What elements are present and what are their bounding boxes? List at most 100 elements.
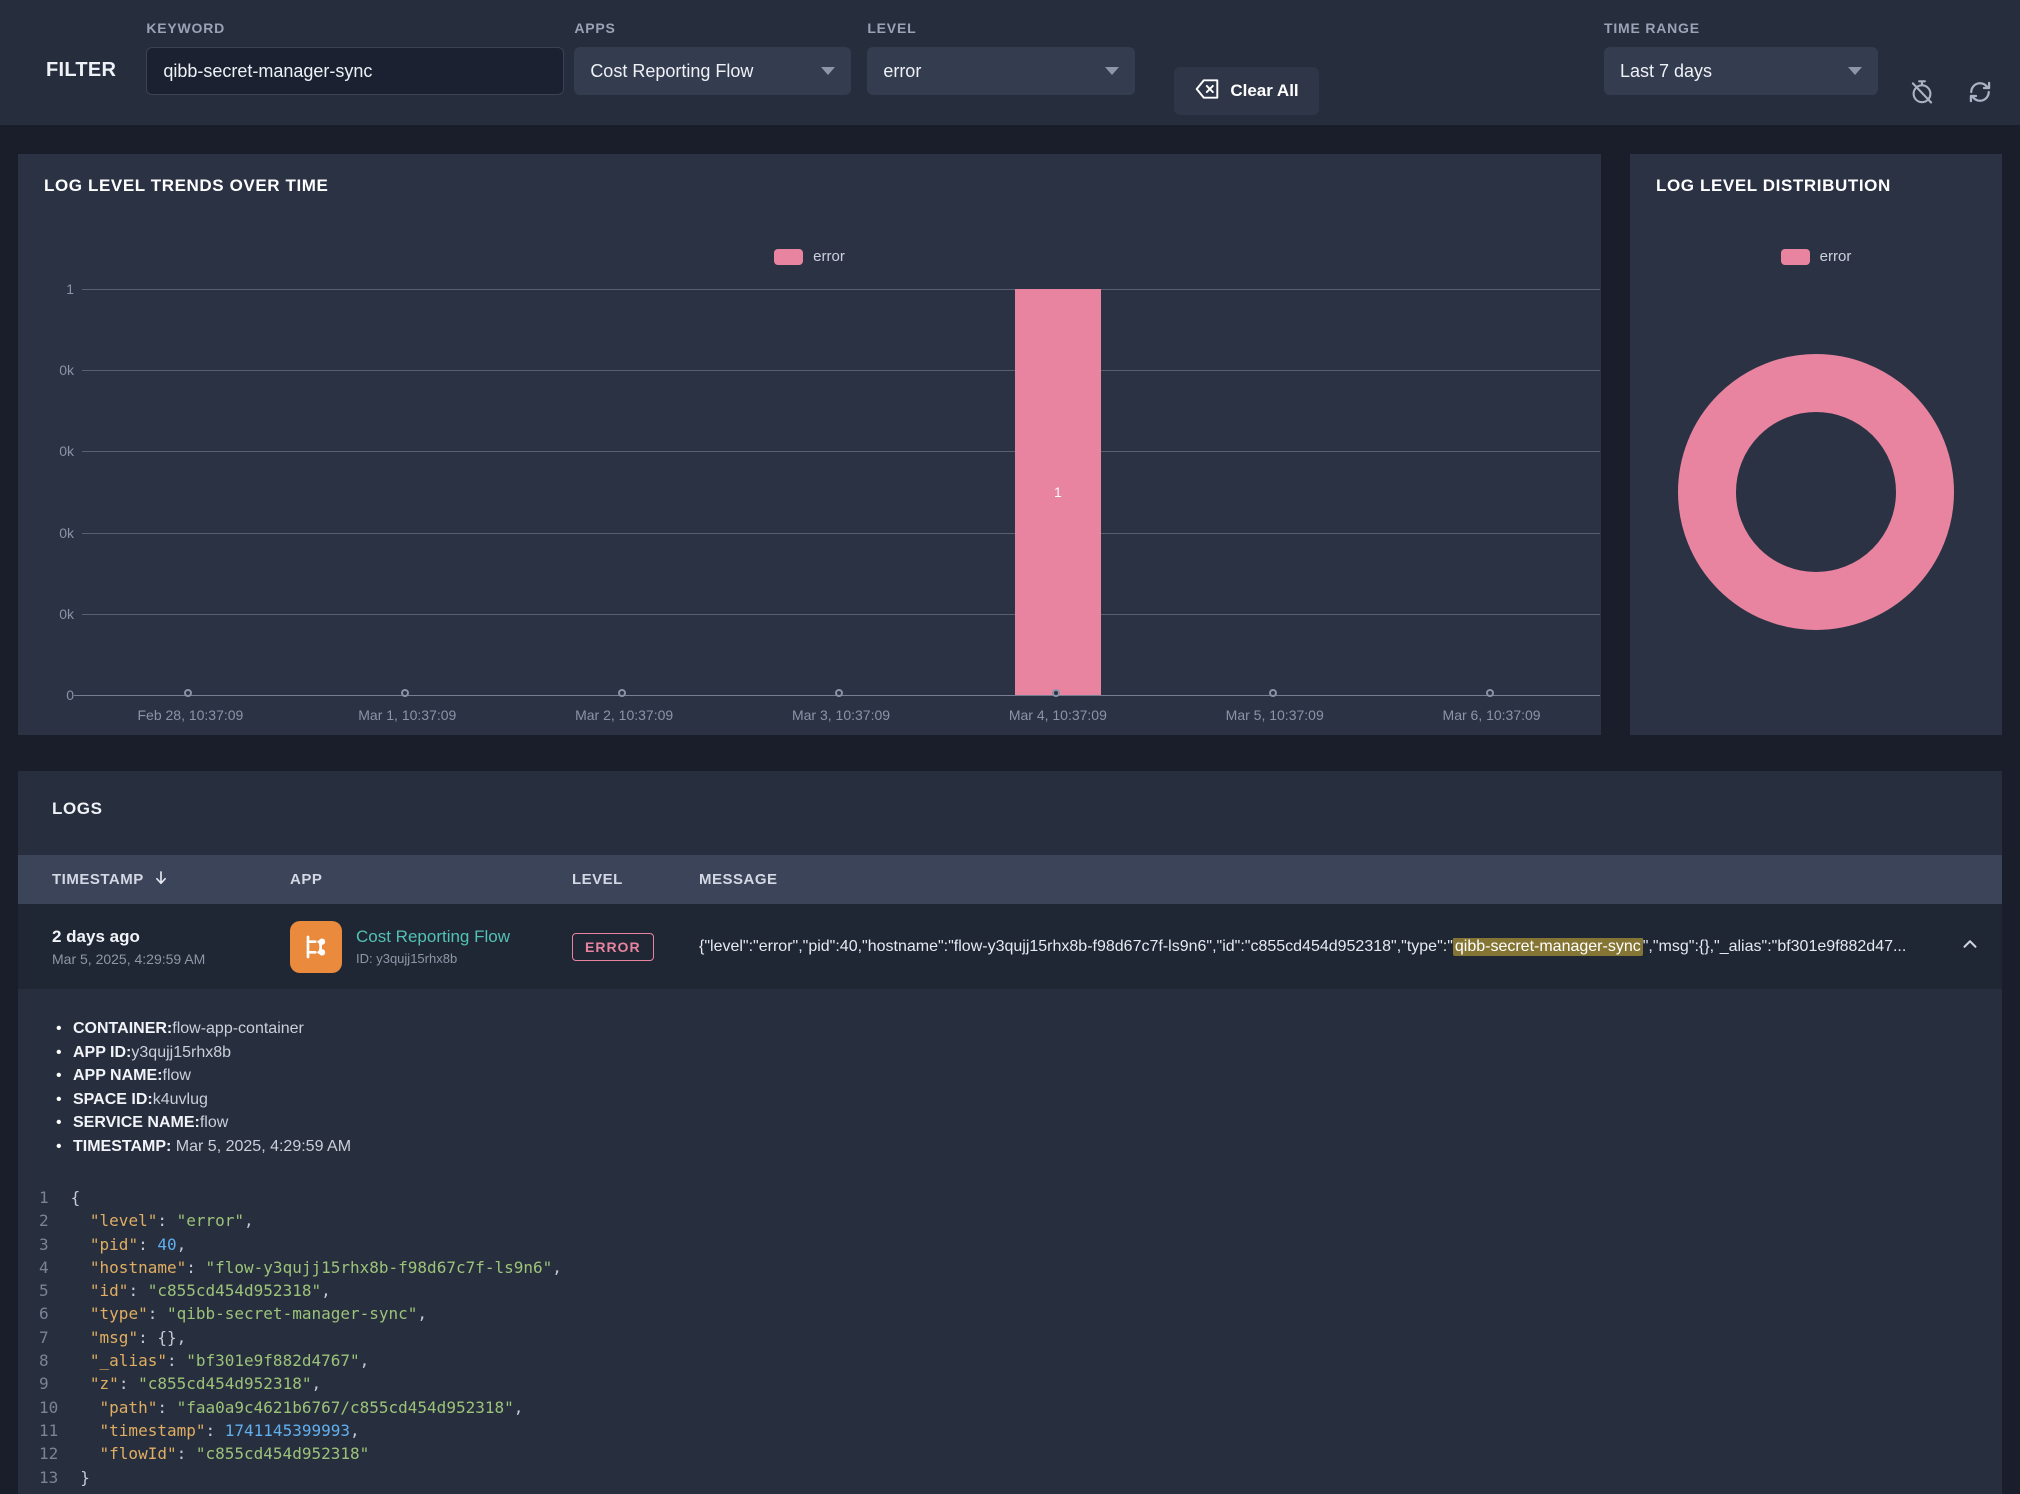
y-axis-tick: 0k xyxy=(26,362,74,378)
bar-error[interactable]: 1 xyxy=(1015,289,1101,695)
code-line: 2 "level": "error", xyxy=(39,1209,1968,1232)
refresh-icon xyxy=(1966,94,1994,109)
x-axis-label: Mar 4, 10:37:09 xyxy=(948,707,1168,723)
line-number: 9 xyxy=(39,1374,49,1393)
x-axis-label: Mar 5, 10:37:09 xyxy=(1165,707,1385,723)
detail-field: TIMESTAMP: Mar 5, 2025, 4:29:59 AM xyxy=(56,1135,1968,1159)
code-line: 9 "z": "c855cd454d952318", xyxy=(39,1372,1968,1395)
x-axis-label: Mar 3, 10:37:09 xyxy=(731,707,951,723)
clear-all-label: Clear All xyxy=(1230,81,1298,101)
column-label-app: APP xyxy=(290,871,322,888)
grid-line xyxy=(82,533,1600,534)
line-number: 3 xyxy=(39,1235,49,1254)
apps-label: APPS xyxy=(574,20,851,37)
bar-value-label: 1 xyxy=(1054,484,1062,500)
line-number: 4 xyxy=(39,1258,49,1277)
column-label-timestamp: TIMESTAMP xyxy=(52,871,144,888)
app-name-link[interactable]: Cost Reporting Flow xyxy=(356,927,510,947)
code-line: 5 "id": "c855cd454d952318", xyxy=(39,1279,1968,1302)
column-label-message: MESSAGE xyxy=(699,871,778,888)
detail-field-key: TIMESTAMP: xyxy=(73,1138,171,1155)
log-row[interactable]: 2 days ago Mar 5, 2025, 4:29:59 AM Cost … xyxy=(18,904,2002,989)
log-timestamp-cell: 2 days ago Mar 5, 2025, 4:29:59 AM xyxy=(52,927,290,967)
clear-all-button[interactable]: Clear All xyxy=(1174,67,1318,115)
detail-field-key: CONTAINER: xyxy=(73,1020,172,1037)
y-axis-tick: 1 xyxy=(26,281,74,297)
collapse-row-button[interactable] xyxy=(1938,933,2002,960)
log-absolute-time: Mar 5, 2025, 4:29:59 AM xyxy=(52,951,290,967)
refresh-button[interactable] xyxy=(1966,78,1994,106)
detail-field-key: APP ID: xyxy=(73,1044,131,1061)
code-line: 6 "type": "qibb-secret-manager-sync", xyxy=(39,1302,1968,1325)
legend-swatch xyxy=(1781,249,1810,265)
backspace-icon xyxy=(1194,76,1220,107)
level-dropdown[interactable]: error xyxy=(867,47,1135,95)
line-number: 7 xyxy=(39,1328,49,1347)
column-header-timestamp[interactable]: TIMESTAMP xyxy=(52,869,290,891)
legend-label: error xyxy=(1820,248,1852,265)
keyword-label: KEYWORD xyxy=(146,20,564,37)
y-axis-tick: 0k xyxy=(26,443,74,459)
chevron-up-icon xyxy=(1959,933,1981,960)
level-field-group: LEVEL error xyxy=(867,20,1135,95)
auto-refresh-toggle-button[interactable] xyxy=(1908,78,1936,106)
keyword-field-group: KEYWORD xyxy=(146,20,564,95)
timer-off-icon xyxy=(1908,94,1936,109)
apps-dropdown[interactable]: Cost Reporting Flow xyxy=(574,47,851,95)
filter-bar: FILTER KEYWORD APPS Cost Reporting Flow … xyxy=(0,0,2020,125)
error-level-badge: ERROR xyxy=(572,933,654,961)
column-header-app: APP xyxy=(290,871,572,888)
line-number: 11 xyxy=(39,1421,58,1440)
apps-dropdown-value: Cost Reporting Flow xyxy=(590,61,753,82)
logs-table-header: TIMESTAMP APP LEVEL MESSAGE xyxy=(18,855,2002,904)
log-app-cell: Cost Reporting Flow ID: y3qujj15rhx8b xyxy=(290,921,572,973)
x-axis-label: Mar 1, 10:37:09 xyxy=(297,707,517,723)
log-metadata-list: CONTAINER:flow-app-containerAPP ID:y3quj… xyxy=(56,1017,1968,1158)
message-keyword-highlight: qibb-secret-manager-sync xyxy=(1453,938,1643,956)
axis-tick-dot xyxy=(1052,689,1060,697)
chevron-down-icon xyxy=(1848,67,1862,75)
level-label: LEVEL xyxy=(867,20,1135,37)
line-number: 8 xyxy=(39,1351,49,1370)
axis-tick-dot xyxy=(1269,689,1277,697)
time-range-dropdown[interactable]: Last 7 days xyxy=(1604,47,1878,95)
logs-panel: LOGS TIMESTAMP APP LEVEL MESSAGE 2 days … xyxy=(18,771,2002,1494)
axis-tick-dot xyxy=(835,689,843,697)
line-number: 13 xyxy=(39,1468,58,1487)
log-message-cell[interactable]: {"level":"error","pid":40,"hostname":"fl… xyxy=(699,938,1938,956)
log-level-trends-panel: LOG LEVEL TRENDS OVER TIME error 10k0k0k… xyxy=(18,154,1601,735)
code-line: 3 "pid": 40, xyxy=(39,1233,1968,1256)
distribution-legend-item-error[interactable]: error xyxy=(1630,248,2002,265)
code-line: 11 "timestamp": 1741145399993, xyxy=(39,1419,1968,1442)
detail-field: CONTAINER:flow-app-container xyxy=(56,1017,1968,1041)
code-line: 4 "hostname": "flow-y3qujj15rhx8b-f98d67… xyxy=(39,1256,1968,1279)
message-suffix: ","msg":{},"_alias":"bf301e9f882d47... xyxy=(1643,938,1907,955)
code-line: 10 "path": "faa0a9c4621b6767/c855cd454d9… xyxy=(39,1396,1968,1419)
code-line: 7 "msg": {}, xyxy=(39,1326,1968,1349)
log-level-distribution-panel: LOG LEVEL DISTRIBUTION error xyxy=(1630,154,2002,735)
filter-bar-title: FILTER xyxy=(46,59,116,82)
line-number: 5 xyxy=(39,1281,49,1300)
y-axis-tick: 0k xyxy=(26,525,74,541)
donut-chart[interactable] xyxy=(1678,354,1954,630)
chevron-down-icon xyxy=(1105,67,1119,75)
time-range-label: TIME RANGE xyxy=(1604,20,1878,37)
sort-descending-icon xyxy=(152,869,170,891)
code-line: 13} xyxy=(39,1466,1968,1489)
x-axis-label: Mar 6, 10:37:09 xyxy=(1382,707,1602,723)
y-axis-tick: 0 xyxy=(26,687,74,703)
time-range-field-group: TIME RANGE Last 7 days xyxy=(1604,20,1878,95)
x-axis-label: Mar 2, 10:37:09 xyxy=(514,707,734,723)
line-number: 1 xyxy=(39,1188,49,1207)
line-number: 2 xyxy=(39,1211,49,1230)
y-axis-tick: 0k xyxy=(26,606,74,622)
time-range-dropdown-value: Last 7 days xyxy=(1620,61,1712,82)
charts-row: LOG LEVEL TRENDS OVER TIME error 10k0k0k… xyxy=(18,154,2002,735)
code-line: 12 "flowId": "c855cd454d952318" xyxy=(39,1442,1968,1465)
distribution-panel-title: LOG LEVEL DISTRIBUTION xyxy=(1656,176,1891,196)
detail-field-key: APP NAME: xyxy=(73,1067,163,1084)
keyword-input[interactable] xyxy=(146,47,564,95)
line-number: 10 xyxy=(39,1398,58,1417)
grid-line xyxy=(82,370,1600,371)
log-json-code-block: 1{2 "level": "error",3 "pid": 40,4 "host… xyxy=(39,1186,1968,1489)
